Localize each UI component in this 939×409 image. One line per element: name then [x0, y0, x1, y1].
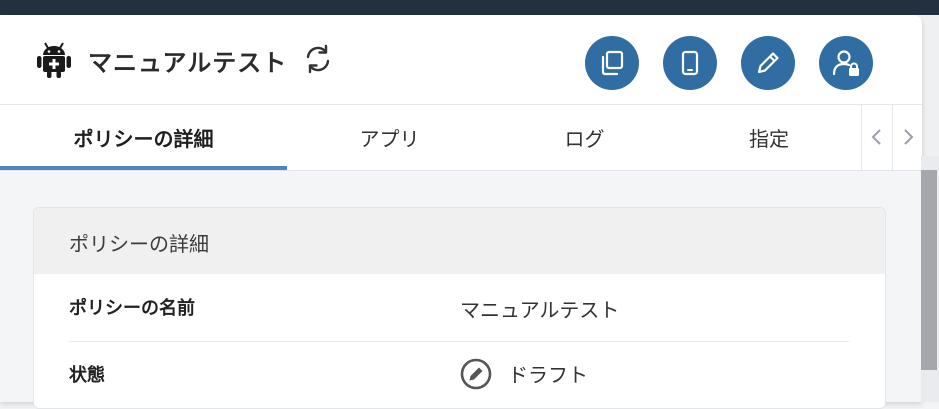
- row-divider: [69, 341, 849, 342]
- tab-assignment[interactable]: 指定: [677, 104, 861, 170]
- chevron-left-icon: [871, 129, 881, 145]
- device-button[interactable]: [663, 36, 717, 90]
- edit-button[interactable]: [741, 36, 795, 90]
- policy-name-value: マニュアルテスト: [460, 298, 620, 322]
- policy-name-label: ポリシーの名前: [69, 298, 195, 319]
- refresh-icon[interactable]: [302, 43, 334, 75]
- copy-icon: [601, 50, 624, 76]
- window-top-bar: [0, 0, 939, 15]
- tab-scroll-right-button[interactable]: [892, 104, 923, 170]
- tab-scroll-left-button[interactable]: [862, 104, 892, 170]
- content-area: ポリシーの詳細 ポリシーの名前 マニュアルテスト 状態 ドラフト: [0, 171, 922, 409]
- right-edge-strip: [922, 15, 939, 156]
- tab-scroll-controls: [861, 104, 923, 170]
- status-label: 状態: [69, 365, 105, 386]
- tab-logs[interactable]: ログ: [492, 104, 677, 170]
- policy-panel: マニュアルテスト ポリシーの詳細 アプリ ログ 指定 ポリシーの詳細 ポリシーの…: [0, 15, 922, 409]
- policy-details-card: ポリシーの詳細 ポリシーの名前 マニュアルテスト 状態 ドラフト: [33, 207, 886, 409]
- card-header: ポリシーの詳細: [34, 208, 885, 274]
- tab-policy-details[interactable]: ポリシーの詳細: [0, 104, 287, 170]
- status-value: ドラフト: [508, 363, 588, 387]
- card-title: ポリシーの詳細: [69, 232, 209, 256]
- edit-circle-icon: [460, 358, 492, 390]
- copy-button[interactable]: [585, 36, 639, 90]
- tab-apps[interactable]: アプリ: [287, 104, 492, 170]
- chevron-right-icon: [904, 129, 914, 145]
- panel-header: マニュアルテスト: [0, 15, 922, 105]
- tab-bar: ポリシーの詳細 アプリ ログ 指定: [0, 104, 922, 171]
- user-lock-icon: [832, 50, 859, 76]
- android-icon: [37, 42, 71, 78]
- scrollbar-thumb[interactable]: [921, 170, 937, 370]
- scrollbar[interactable]: [921, 156, 939, 402]
- user-lock-button[interactable]: [819, 36, 873, 90]
- active-tab-indicator: [0, 166, 287, 170]
- edit-icon: [757, 52, 779, 74]
- policy-title: マニュアルテスト: [88, 49, 288, 77]
- device-icon: [681, 50, 699, 76]
